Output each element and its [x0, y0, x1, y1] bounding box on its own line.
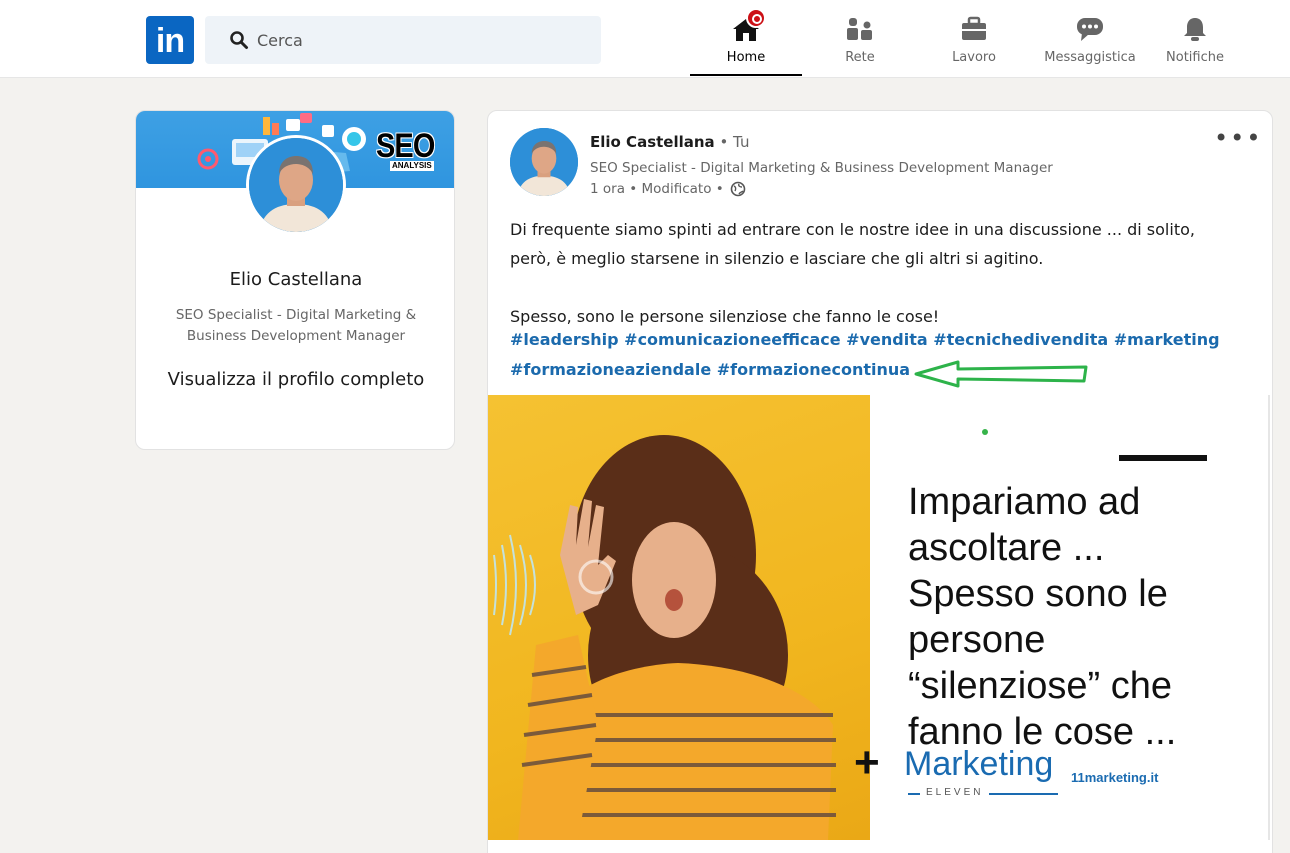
post-author-avatar[interactable] [510, 128, 578, 196]
more-options-icon[interactable]: ••• [1214, 126, 1260, 155]
messaging-icon [1072, 10, 1108, 42]
image-headline-line: Impariamo ad [908, 481, 1141, 523]
image-headline-line: Spesso sono le [908, 573, 1168, 615]
brand-subtitle: ELEVEN [920, 787, 990, 798]
green-arrow-annotation-icon [914, 360, 1088, 388]
nav-notifications-label: Notifiche [1166, 50, 1224, 65]
main-nav: Home Rete Lavoro Messaggistica Notifiche [690, 0, 1240, 78]
post-text-paragraph-1: Di frequente siamo spinti ad entrare con… [510, 220, 1195, 268]
image-headline-line: “silenziose” che [908, 665, 1172, 707]
notification-badge [746, 8, 766, 28]
image-divider [1268, 395, 1270, 840]
hashtag-links[interactable]: #leadership #comunicazioneefficace #vend… [510, 330, 1220, 379]
avatar[interactable] [246, 135, 346, 235]
image-headline-line: persone [908, 619, 1046, 661]
search-bar[interactable] [205, 16, 601, 64]
briefcase-icon [956, 10, 992, 42]
bell-icon [1177, 10, 1213, 42]
nav-messaging[interactable]: Messaggistica [1030, 0, 1150, 78]
post-photo [488, 395, 870, 840]
post-author-relation: • Tu [714, 133, 750, 151]
profile-headline: SEO Specialist - Digital Marketing & Bus… [175, 307, 417, 344]
linkedin-logo-icon[interactable]: in [146, 16, 194, 64]
profile-name[interactable]: Elio Castellana [136, 269, 454, 290]
nav-jobs[interactable]: Lavoro [918, 0, 1030, 78]
brand-url: 11marketing.it [1071, 770, 1159, 785]
decorative-dot [982, 429, 988, 435]
post-timestamp: 1 ora • Modificato • [590, 181, 746, 197]
home-icon [728, 8, 766, 42]
post-body: Di frequente siamo spinti ad entrare con… [510, 215, 1230, 331]
nav-network-label: Rete [845, 50, 875, 65]
banner-seo-subtitle: ANALYSIS [390, 161, 434, 171]
image-headline: Impariamo ad ascoltare ... Spesso sono l… [908, 479, 1258, 755]
post-time-text: 1 ora • Modificato • [590, 181, 724, 197]
profile-card: SEO ANALYSIS Elio Castellana SEO Special… [135, 110, 455, 450]
nav-messaging-label: Messaggistica [1044, 50, 1136, 65]
plus-icon: + [854, 738, 880, 787]
post-image[interactable]: Impariamo ad ascoltare ... Spesso sono l… [488, 395, 1272, 840]
nav-home-label: Home [726, 50, 766, 65]
post-author-line: Elio Castellana • Tu [590, 133, 749, 151]
network-icon [842, 10, 878, 42]
post-author-name[interactable]: Elio Castellana [590, 133, 715, 151]
image-headline-line: ascoltare ... [908, 527, 1105, 569]
globe-icon [730, 181, 746, 197]
search-input[interactable] [257, 30, 577, 50]
post-author-headline: SEO Specialist - Digital Marketing & Bus… [590, 160, 1053, 176]
brand-logo: Marketing [904, 745, 1054, 783]
top-navigation-bar: in Home [0, 0, 1290, 78]
search-icon [229, 30, 249, 50]
nav-network[interactable]: Rete [802, 0, 918, 78]
nav-jobs-label: Lavoro [952, 50, 996, 65]
feed-post: Elio Castellana • Tu SEO Specialist - Di… [487, 110, 1273, 853]
post-hashtags[interactable]: #leadership #comunicazioneefficace #vend… [510, 325, 1230, 385]
view-full-profile-link[interactable]: Visualizza il profilo completo [166, 363, 426, 396]
nav-home[interactable]: Home [690, 0, 802, 78]
nav-notifications[interactable]: Notifiche [1150, 0, 1240, 78]
decorative-line [1119, 455, 1207, 461]
